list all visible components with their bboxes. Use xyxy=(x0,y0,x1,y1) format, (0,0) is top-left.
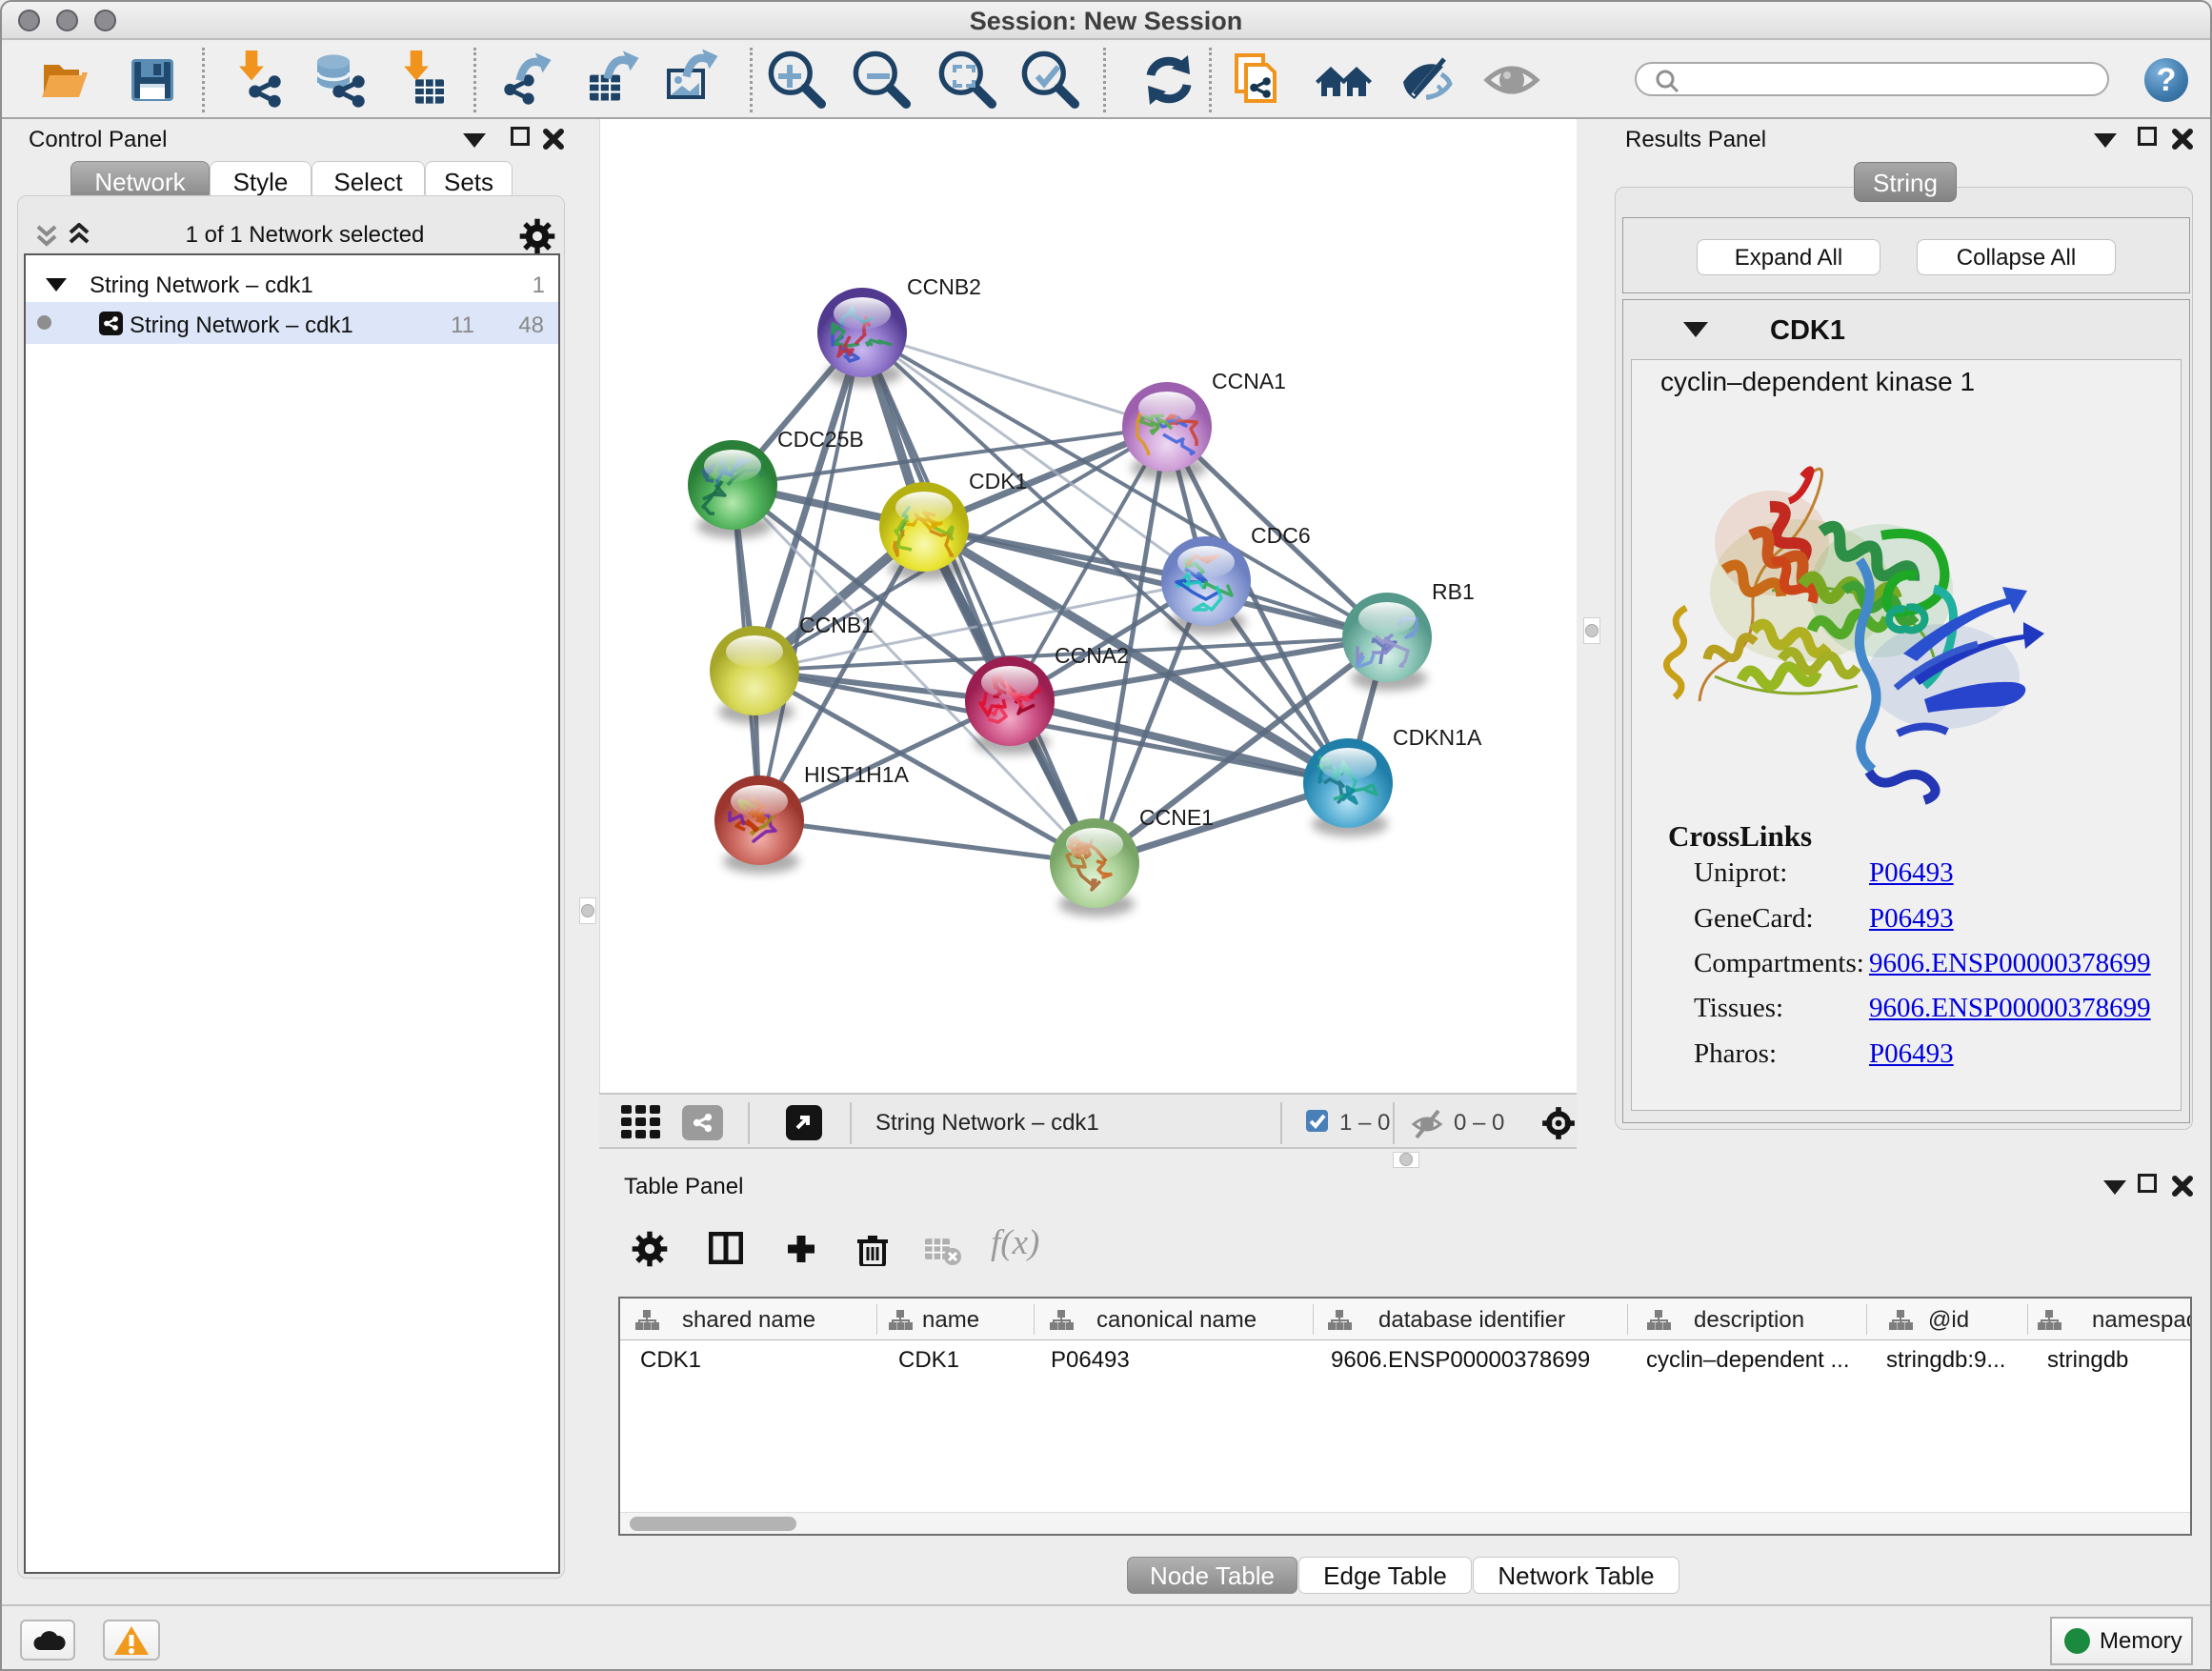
svg-text:CCNA1: CCNA1 xyxy=(1212,369,1286,393)
svg-text:CCNB2: CCNB2 xyxy=(907,274,981,299)
svg-text:CDK1: CDK1 xyxy=(969,469,1027,493)
svg-text:CCNE1: CCNE1 xyxy=(1139,805,1214,830)
svg-text:RB1: RB1 xyxy=(1432,579,1475,604)
svg-text:CCNB1: CCNB1 xyxy=(799,613,874,637)
svg-text:CDKN1A: CDKN1A xyxy=(1393,725,1482,750)
svg-text:CCNA2: CCNA2 xyxy=(1055,643,1129,668)
svg-text:HIST1H1A: HIST1H1A xyxy=(804,762,910,787)
svg-text:CDC25B: CDC25B xyxy=(777,427,864,452)
svg-text:CDC6: CDC6 xyxy=(1251,523,1311,548)
